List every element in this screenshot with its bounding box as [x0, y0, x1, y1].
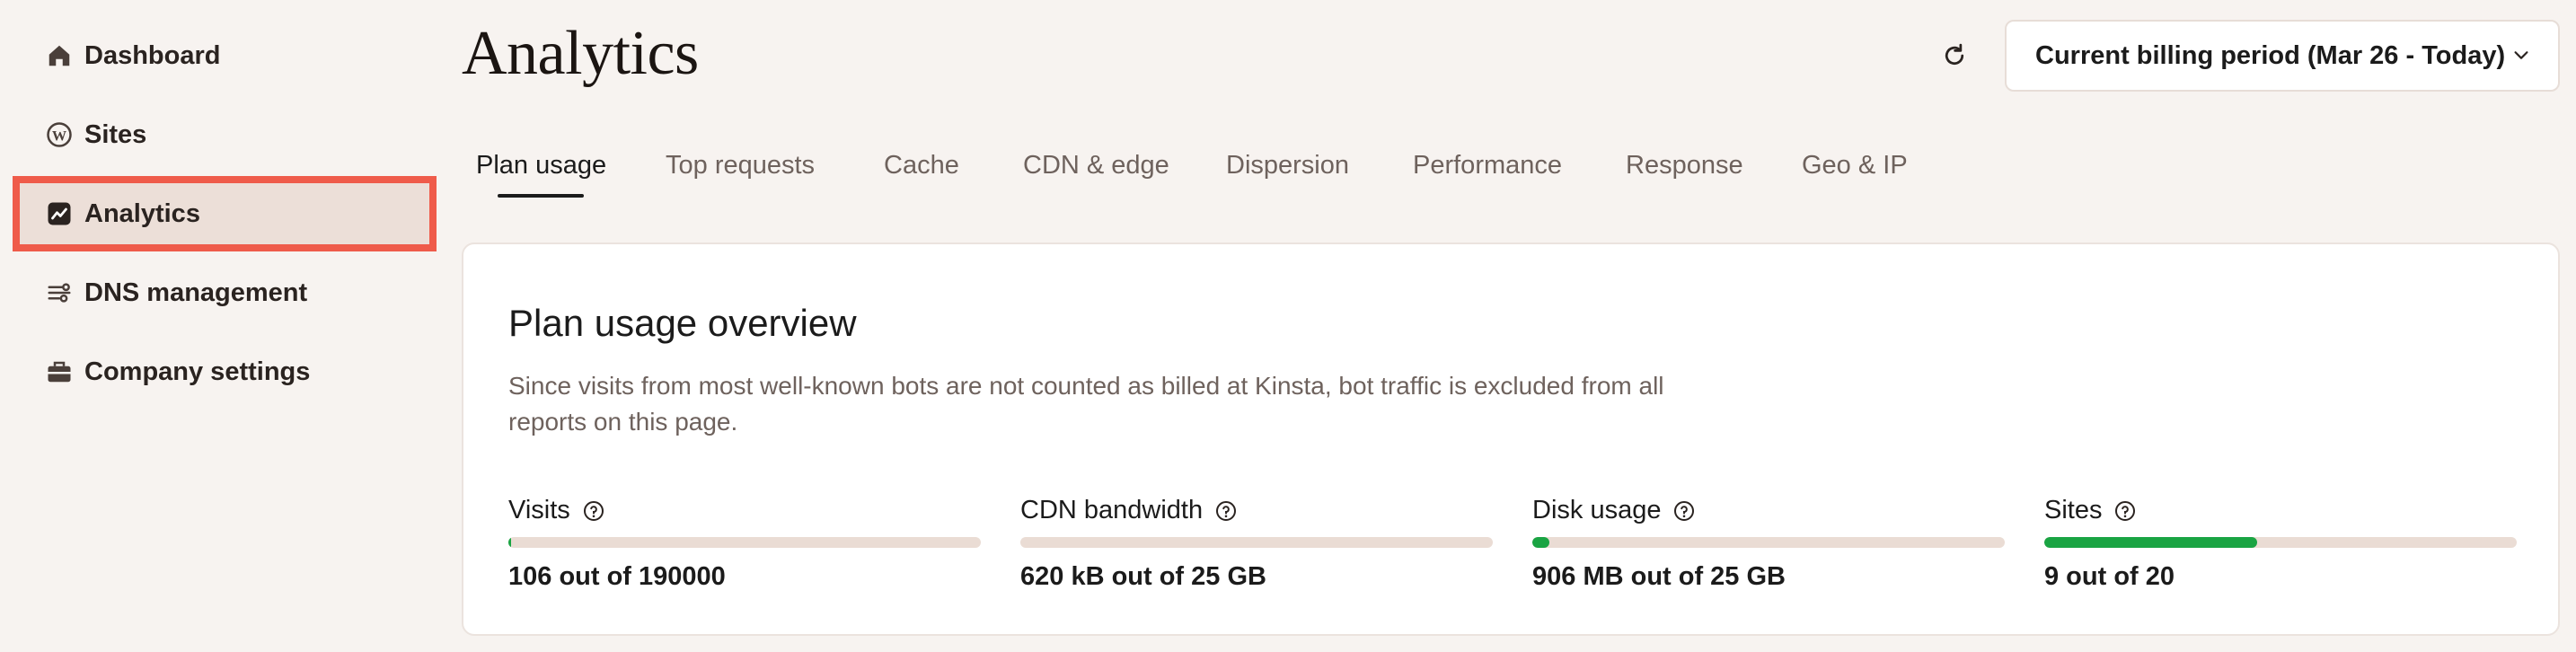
- sidebar-item-label: DNS management: [84, 278, 308, 307]
- metric-label: CDN bandwidth: [1020, 496, 1204, 524]
- help-icon[interactable]: [1673, 500, 1695, 522]
- metric-visits: Visits 106 out of 190000: [508, 496, 981, 621]
- sidebar-item-label: Sites: [84, 119, 147, 149]
- metric-cdn-bandwidth: CDN bandwidth 620 kB out of 25 GB: [1020, 496, 1493, 621]
- metric-sites: Sites 9 out of 20: [2044, 496, 2517, 621]
- briefcase-icon: [45, 357, 74, 386]
- help-icon[interactable]: [583, 500, 604, 522]
- active-item-highlight: [13, 176, 437, 251]
- metric-value: 106 out of 190000: [508, 562, 726, 591]
- sidebar-item-label: Dashboard: [84, 40, 221, 70]
- usage-progress-bar: [1532, 537, 2005, 548]
- help-icon[interactable]: [1215, 500, 1237, 522]
- usage-progress-fill: [508, 537, 511, 548]
- metric-value: 620 kB out of 25 GB: [1020, 562, 1266, 591]
- metric-label: Sites: [2044, 496, 2103, 524]
- sidebar-item-company-settings[interactable]: Company settings: [16, 338, 433, 406]
- sidebar-item-sites[interactable]: W Sites: [16, 101, 433, 169]
- tab-geo-ip[interactable]: Geo & IP: [1802, 151, 1908, 205]
- sidebar-item-label: Company settings: [84, 357, 311, 386]
- usage-progress-bar: [508, 537, 981, 548]
- metric-value: 906 MB out of 25 GB: [1532, 562, 1786, 591]
- billing-period-value: Current billing period (Mar 26 - Today): [2035, 40, 2506, 70]
- chevron-down-icon: [2514, 51, 2528, 59]
- sidebar: Dashboard W Sites Analytics DNS manageme…: [0, 0, 449, 652]
- tab-response[interactable]: Response: [1626, 151, 1743, 205]
- metric-value: 9 out of 20: [2044, 562, 2175, 591]
- dns-icon: [45, 278, 74, 307]
- tab-performance[interactable]: Performance: [1413, 151, 1562, 205]
- page-title: Analytics: [462, 19, 699, 88]
- usage-progress-fill: [2044, 537, 2257, 548]
- help-icon[interactable]: [2114, 500, 2136, 522]
- billing-period-select[interactable]: Current billing period (Mar 26 - Today): [2005, 20, 2560, 92]
- tab-cdn-edge[interactable]: CDN & edge: [1023, 151, 1169, 205]
- home-icon: [45, 41, 74, 70]
- metric-label: Disk usage: [1532, 496, 1662, 524]
- tab-top-requests[interactable]: Top requests: [666, 151, 815, 205]
- refresh-icon: [1945, 43, 1964, 66]
- tab-dispersion[interactable]: Dispersion: [1226, 151, 1349, 205]
- usage-progress-bar: [1020, 537, 1493, 548]
- svg-text:W: W: [52, 128, 66, 144]
- usage-progress-bar: [2044, 537, 2517, 548]
- card-description: Since visits from most well-known bots a…: [508, 372, 1664, 436]
- metric-disk-usage: Disk usage 906 MB out of 25 GB: [1532, 496, 2005, 621]
- sidebar-item-dashboard[interactable]: Dashboard: [16, 22, 433, 90]
- sidebar-item-dns-management[interactable]: DNS management: [16, 259, 433, 327]
- card-title: Plan usage overview: [508, 302, 857, 344]
- usage-progress-fill: [1532, 537, 1549, 548]
- metric-label: Visits: [508, 496, 570, 524]
- active-tab-indicator: [498, 194, 584, 198]
- wordpress-icon: W: [45, 120, 74, 149]
- tab-cache[interactable]: Cache: [884, 151, 959, 205]
- plan-usage-overview-card: Plan usage overview Since visits from mo…: [462, 242, 2560, 636]
- refresh-button[interactable]: [1936, 38, 1972, 74]
